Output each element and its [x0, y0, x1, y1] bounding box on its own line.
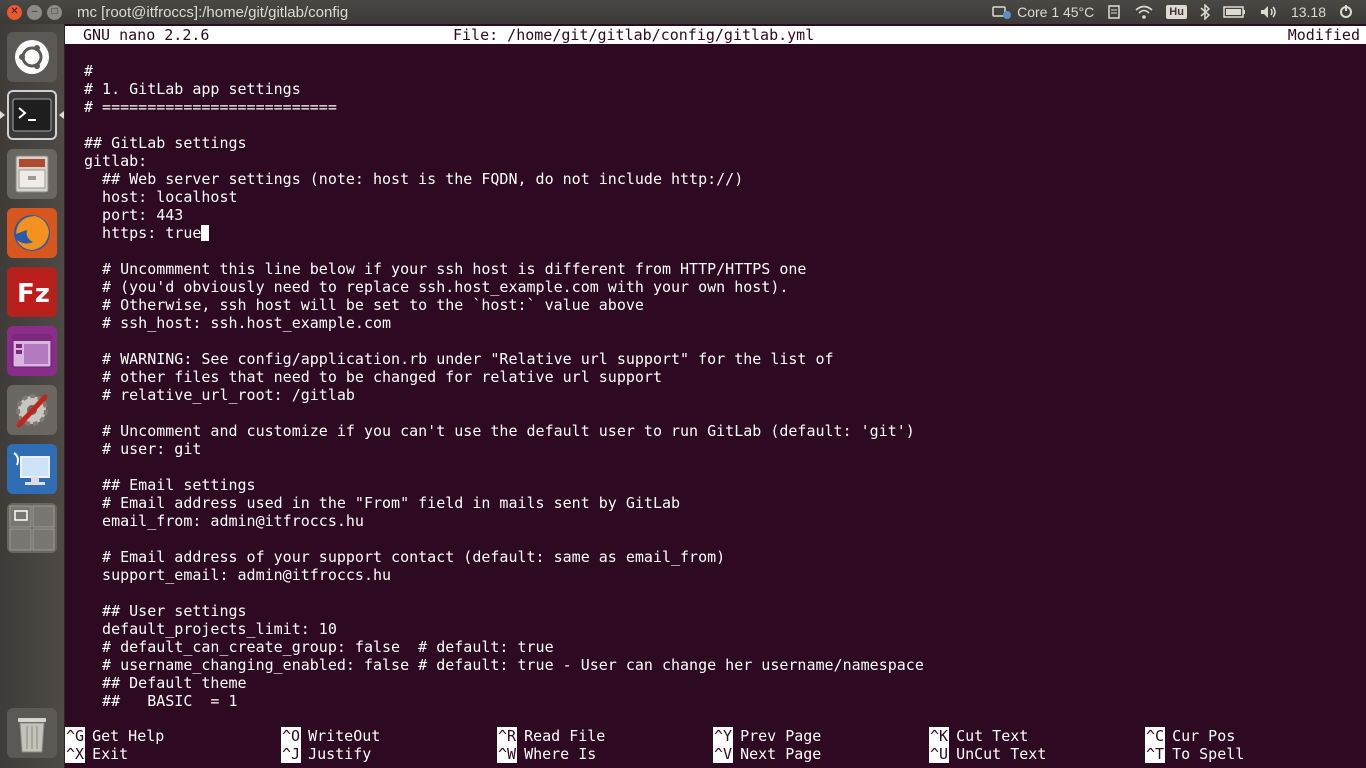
shortcut-cut-text[interactable]: ^K Cut Text — [929, 727, 1028, 745]
shortcut-label: Where Is — [524, 745, 597, 763]
shortcut-key: ^U — [929, 745, 950, 763]
launcher-app[interactable] — [7, 326, 57, 376]
cpu-temperature: Core 1 45°C — [1017, 4, 1095, 20]
launcher-remote-desktop[interactable] — [7, 444, 57, 494]
shortcut-label: UnCut Text — [956, 745, 1047, 763]
shortcut-label: Exit — [92, 745, 129, 763]
shortcut-bar: ^G Get Help ^O WriteOut ^R Read File ^Y Prev… — [65, 727, 1366, 763]
bluetooth-icon — [1200, 4, 1211, 20]
buffer-text-after-cursor: # Uncommment this line below if your ssh… — [102, 260, 924, 710]
keyboard-layout: Hu — [1166, 5, 1187, 19]
shortcut-key: ^X — [65, 745, 86, 763]
shortcut-key: ^J — [281, 745, 302, 763]
shortcut-next-page[interactable]: ^V Next Page — [713, 745, 821, 763]
shortcut-prev-page[interactable]: ^Y Prev Page — [713, 727, 821, 745]
session-indicator[interactable] — [1338, 4, 1354, 20]
indicator-area: Core 1 45°C Hu 13.18 — [991, 0, 1366, 24]
text-cursor — [201, 225, 210, 241]
shortcut-uncut-text[interactable]: ^U UnCut Text — [929, 745, 1046, 763]
top-panel: ✕ – □ mc [root@itfroccs]:/home/git/gitla… — [0, 0, 1366, 24]
shortcut-label: WriteOut — [308, 727, 381, 745]
launcher-system-settings[interactable] — [7, 385, 57, 435]
clock[interactable]: 13.18 — [1291, 4, 1326, 20]
clipboard-icon — [1108, 5, 1121, 19]
shortcut-key: ^Y — [713, 727, 734, 745]
launcher-workspace-switcher[interactable] — [7, 503, 57, 553]
shortcut-label: Read File — [524, 727, 606, 745]
launcher-firefox[interactable] — [7, 208, 57, 258]
nano-title-bar: GNU nano 2.2.6 File: /home/git/gitlab/co… — [65, 26, 1366, 44]
power-gear-icon — [1340, 5, 1352, 18]
shortcut-justify[interactable]: ^J Justify — [281, 745, 371, 763]
launcher-filezilla[interactable]: Fz — [7, 267, 57, 317]
window-app-icon — [12, 334, 52, 368]
editor-buffer[interactable]: # # 1. GitLab app settings # ===========… — [84, 62, 1354, 710]
launcher-terminal[interactable] — [7, 90, 57, 140]
minimize-window-button[interactable]: – — [27, 4, 42, 20]
bluetooth-indicator[interactable] — [1199, 4, 1211, 20]
shortcut-get-help[interactable]: ^G Get Help — [65, 727, 164, 745]
shortcut-read-file[interactable]: ^R Read File — [497, 727, 605, 745]
shortcut-to-spell[interactable]: ^T To Spell — [1145, 745, 1244, 763]
trash-icon — [18, 718, 46, 753]
volume-icon — [1260, 6, 1276, 18]
battery-icon — [1223, 6, 1245, 18]
window-title: mc [root@itfroccs]:/home/git/gitlab/conf… — [77, 3, 349, 21]
shortcut-key: ^W — [497, 745, 518, 763]
nano-file-path: File: /home/git/gitlab/config/gitlab.yml — [453, 26, 815, 44]
clipboard-indicator[interactable] — [1106, 4, 1122, 20]
unity-launcher: Fz — [0, 24, 65, 768]
shortcut-label: Justify — [308, 745, 372, 763]
battery-indicator[interactable] — [1223, 4, 1247, 20]
shortcut-key: ^O — [281, 727, 302, 745]
sensor-indicator[interactable]: Core 1 45°C — [991, 4, 1094, 20]
ubuntu-logo-icon — [15, 40, 49, 74]
shortcut-label: Cut Text — [956, 727, 1029, 745]
remote-desktop-icon — [13, 452, 50, 485]
shortcut-key: ^G — [65, 727, 86, 745]
shortcut-cur-pos[interactable]: ^C Cur Pos — [1145, 727, 1235, 745]
shortcut-label: To Spell — [1172, 745, 1245, 763]
wifi-icon — [1135, 5, 1153, 19]
terminal-window[interactable]: GNU nano 2.2.6 File: /home/git/gitlab/co… — [65, 24, 1366, 768]
shortcut-label: Next Page — [740, 745, 822, 763]
nano-version: GNU nano 2.2.6 — [83, 26, 210, 44]
buffer-text-before-cursor: # # 1. GitLab app settings # ===========… — [84, 62, 744, 242]
shortcut-key: ^K — [929, 727, 950, 745]
terminal-icon — [12, 98, 52, 132]
shortcut-writeout[interactable]: ^O WriteOut — [281, 727, 380, 745]
workspaces-icon — [9, 505, 55, 551]
firefox-icon — [14, 215, 50, 251]
shortcut-label: Get Help — [92, 727, 165, 745]
svg-text:Fz: Fz — [17, 279, 50, 309]
maximize-window-button[interactable]: □ — [47, 4, 62, 20]
shortcut-key: ^V — [713, 745, 734, 763]
shortcut-where-is[interactable]: ^W Where Is — [497, 745, 596, 763]
shortcut-label: Prev Page — [740, 727, 822, 745]
launcher-file-manager[interactable] — [7, 149, 57, 199]
network-indicator[interactable] — [1134, 4, 1154, 20]
settings-wrench-icon — [16, 394, 48, 428]
shortcut-exit[interactable]: ^X Exit — [65, 745, 128, 763]
file-cabinet-icon — [15, 155, 49, 193]
sound-indicator[interactable] — [1259, 4, 1279, 20]
shortcut-label: Cur Pos — [1172, 727, 1236, 745]
shortcut-key: ^T — [1145, 745, 1166, 763]
nano-modified-status: Modified — [1287, 26, 1360, 44]
filezilla-icon: Fz — [14, 274, 50, 310]
keyboard-layout-indicator[interactable]: Hu — [1166, 5, 1187, 19]
launcher-dash[interactable] — [7, 32, 57, 82]
shortcut-key: ^C — [1145, 727, 1166, 745]
launcher-trash[interactable] — [7, 708, 57, 758]
shortcut-key: ^R — [497, 727, 518, 745]
thermometer-icon — [992, 6, 1012, 19]
close-window-button[interactable]: ✕ — [7, 4, 22, 20]
